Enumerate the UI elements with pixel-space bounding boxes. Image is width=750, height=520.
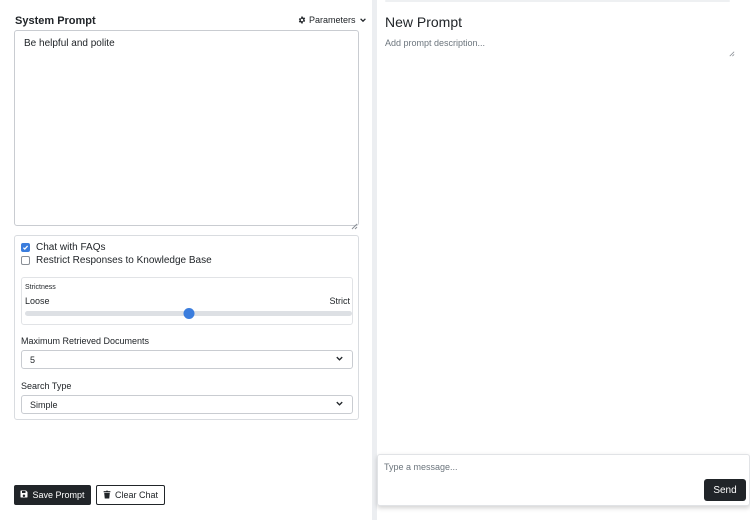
checkbox-checked-icon[interactable] xyxy=(21,243,30,252)
chevron-down-icon xyxy=(335,399,344,410)
clear-chat-button[interactable]: Clear Chat xyxy=(96,485,165,505)
max-docs-value: 5 xyxy=(30,354,36,365)
restrict-responses-label: Restrict Responses to Knowledge Base xyxy=(36,255,212,266)
chevron-down-icon xyxy=(335,354,344,365)
system-prompt-label: System Prompt xyxy=(15,15,96,27)
parameters-button[interactable]: Parameters xyxy=(298,15,367,25)
chat-with-faqs-checkbox[interactable]: Chat with FAQs xyxy=(21,242,105,253)
restrict-responses-checkbox[interactable]: Restrict Responses to Knowledge Base xyxy=(21,255,212,266)
prompt-description-input[interactable]: Add prompt description... xyxy=(385,38,735,52)
slider-thumb[interactable] xyxy=(183,308,194,319)
max-docs-select[interactable]: 5 xyxy=(21,350,353,369)
message-input[interactable]: Type a message... xyxy=(384,462,458,472)
strictness-min-label: Loose xyxy=(25,296,50,306)
search-type-label: Search Type xyxy=(21,381,72,391)
strictness-panel: Strictness Loose Strict xyxy=(21,277,353,325)
save-prompt-label: Save Prompt xyxy=(32,490,85,500)
message-composer: Type a message... Send xyxy=(377,454,750,506)
floppy-disk-icon xyxy=(20,490,28,500)
send-button[interactable]: Send xyxy=(704,479,746,501)
clear-chat-label: Clear Chat xyxy=(114,490,159,500)
checkbox-unchecked-icon[interactable] xyxy=(21,256,30,265)
max-docs-label: Maximum Retrieved Documents xyxy=(21,336,150,346)
strictness-title: Strictness xyxy=(25,284,56,291)
options-panel: Chat with FAQs Restrict Responses to Kno… xyxy=(14,235,359,420)
chevron-down-icon xyxy=(359,16,367,24)
strictness-max-label: Strict xyxy=(329,296,350,306)
strictness-slider[interactable] xyxy=(25,308,352,319)
save-prompt-button[interactable]: Save Prompt xyxy=(14,485,91,505)
resize-handle-icon[interactable] xyxy=(728,44,735,57)
system-prompt-textarea[interactable]: Be helpful and polite xyxy=(14,30,359,226)
trash-icon xyxy=(103,490,111,501)
search-type-value: Simple xyxy=(30,399,58,410)
top-divider xyxy=(385,0,730,2)
resize-handle-icon[interactable] xyxy=(350,217,358,230)
parameters-label: Parameters xyxy=(309,15,356,25)
left-panel: System Prompt Parameters Be helpful and … xyxy=(0,0,372,520)
search-type-select[interactable]: Simple xyxy=(21,395,353,414)
right-panel: New Prompt Add prompt description... Typ… xyxy=(377,0,750,520)
prompt-title[interactable]: New Prompt xyxy=(385,14,462,30)
chat-with-faqs-label: Chat with FAQs xyxy=(36,242,106,253)
gear-icon xyxy=(298,16,306,24)
